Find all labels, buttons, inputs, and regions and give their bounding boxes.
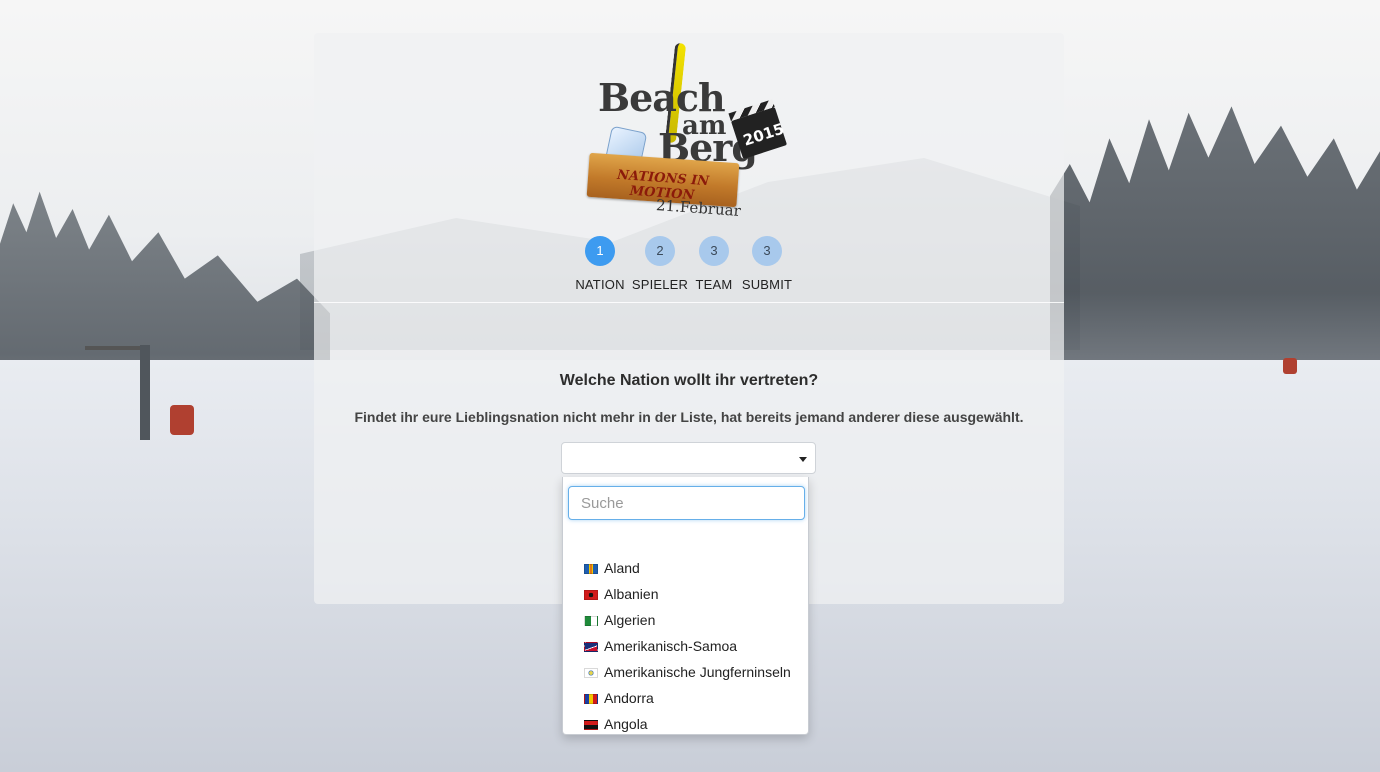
step-number: 2: [645, 236, 675, 266]
option-amerikanische-jungferninseln[interactable]: Amerikanische Jungferninseln: [563, 659, 808, 685]
option-label: Amerikanische Jungferninseln: [604, 664, 791, 680]
question-heading: Welche Nation wollt ihr vertreten?: [559, 372, 819, 389]
option-label: Albanien: [604, 586, 659, 602]
step-team[interactable]: 3 TEAM: [684, 236, 744, 292]
search-input[interactable]: [568, 486, 805, 520]
flag-andorra-icon: [584, 694, 598, 704]
divider: [314, 302, 1064, 303]
step-number: 3: [752, 236, 782, 266]
option-albanien[interactable]: Albanien: [563, 581, 808, 607]
nation-options-list: Aland Albanien Algerien Amerikanisch-Sam…: [563, 555, 808, 734]
hint-text: Findet ihr eure Lieblingsnation nicht me…: [354, 409, 1024, 425]
logo-year: 2015: [740, 119, 787, 150]
step-label: TEAM: [695, 277, 733, 292]
flag-amerikanisch-samoa-icon: [584, 642, 598, 652]
option-andorra[interactable]: Andorra: [563, 685, 808, 711]
option-aland[interactable]: Aland: [563, 555, 808, 581]
flag-amerikanische-jungferninseln-icon: [584, 668, 598, 678]
nation-dropdown: Aland Albanien Algerien Amerikanisch-Sam…: [562, 477, 809, 735]
option-label: Amerikanisch-Samoa: [604, 638, 738, 654]
step-label: SPIELER: [631, 277, 689, 292]
ski-lift-bar: [85, 346, 145, 350]
step-label: NATION: [575, 277, 625, 292]
step-submit[interactable]: 3 SUBMIT: [737, 236, 797, 292]
option-angola[interactable]: Angola: [563, 711, 808, 734]
option-label: Aland: [604, 560, 640, 576]
option-label: Algerien: [604, 612, 656, 628]
snow-cannon: [170, 405, 194, 435]
flag-albanien-icon: [584, 590, 598, 600]
step-number: 1: [585, 236, 615, 266]
flag-angola-icon: [584, 720, 598, 730]
caret-down-icon: [799, 457, 807, 462]
option-label: Andorra: [604, 690, 654, 706]
option-amerikanisch-samoa[interactable]: Amerikanisch-Samoa: [563, 633, 808, 659]
step-nation[interactable]: 1 NATION: [570, 236, 630, 292]
flag-aland-icon: [584, 564, 598, 574]
nation-select[interactable]: [561, 442, 816, 474]
event-logo: Beach am Berg 2015 NATIONS IN MOTION 21.…: [586, 41, 796, 226]
snow-cannon: [1283, 358, 1297, 374]
flag-algerien-icon: [584, 616, 598, 626]
option-label: Angola: [604, 716, 648, 732]
ski-lift-pole: [140, 345, 150, 440]
step-number: 3: [699, 236, 729, 266]
step-label: SUBMIT: [741, 277, 793, 292]
option-algerien[interactable]: Algerien: [563, 607, 808, 633]
step-spieler[interactable]: 2 SPIELER: [630, 236, 690, 292]
